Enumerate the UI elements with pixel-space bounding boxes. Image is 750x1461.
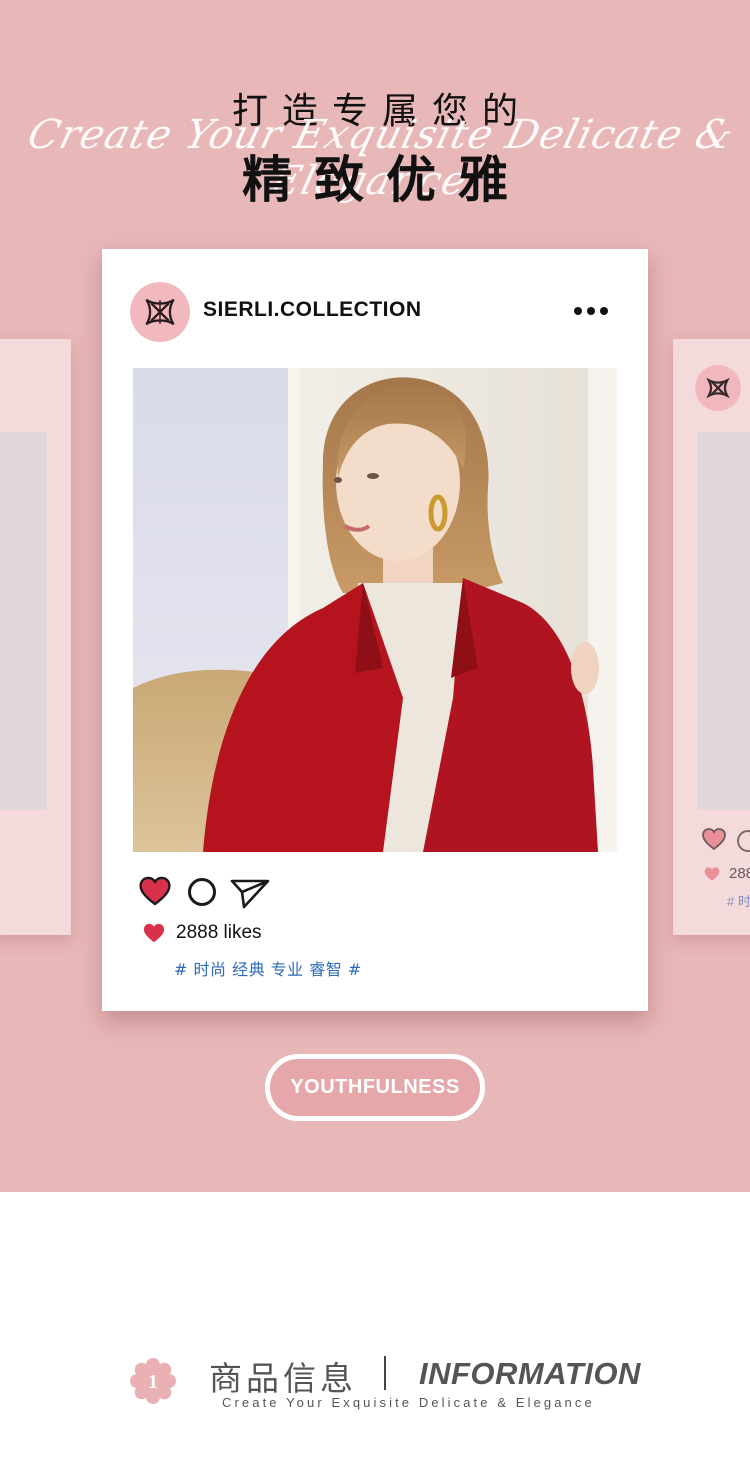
brand-logo-icon bbox=[145, 299, 175, 325]
comment-icon[interactable] bbox=[737, 830, 750, 852]
post-card: SIERLI.COLLECTION 2888 likes # 时尚 经典 专业 … bbox=[102, 249, 648, 1011]
brand-logo-icon bbox=[706, 377, 730, 399]
side-card-tags: # 时 bbox=[727, 894, 750, 909]
side-card-left[interactable] bbox=[0, 339, 71, 935]
side-card-right[interactable]: 288 # 时 bbox=[673, 339, 750, 935]
side-card-likes: 288 bbox=[729, 865, 750, 882]
likes-count[interactable]: 2888 likes bbox=[176, 922, 262, 944]
headline-line2: 精致优雅 bbox=[242, 151, 530, 209]
post-hashtags[interactable]: # 时尚 经典 专业 睿智 # bbox=[174, 956, 362, 980]
section-title-en: INFORMATION bbox=[419, 1356, 641, 1391]
section-number: 1 bbox=[148, 1371, 158, 1393]
heart-like-icon[interactable] bbox=[138, 875, 172, 907]
side-card-avatar bbox=[695, 365, 741, 411]
heart-outline-icon[interactable] bbox=[701, 827, 727, 851]
youthfulness-badge[interactable]: YOUTHFULNESS bbox=[265, 1054, 485, 1121]
section-divider bbox=[384, 1356, 386, 1390]
section-title-cn: 商品信息 bbox=[209, 1359, 357, 1398]
section-subtitle: Create Your Exquisite Delicate & Eleganc… bbox=[222, 1395, 595, 1410]
heart-filled-icon bbox=[704, 867, 720, 881]
avatar[interactable] bbox=[130, 282, 190, 342]
more-dots-icon[interactable] bbox=[574, 307, 608, 315]
post-photo bbox=[133, 368, 617, 852]
flower-number-icon: 1 bbox=[130, 1358, 176, 1404]
youthfulness-label: YOUTHFULNESS bbox=[290, 1076, 460, 1098]
side-card-photo bbox=[697, 432, 750, 810]
heart-filled-icon bbox=[143, 923, 165, 943]
post-username[interactable]: SIERLI.COLLECTION bbox=[203, 298, 422, 322]
side-card-photo bbox=[0, 432, 47, 810]
hero-banner: 打造专属您的 Create Your Exquisite Delicate & … bbox=[0, 0, 750, 1192]
send-icon[interactable] bbox=[230, 877, 270, 909]
comment-icon[interactable] bbox=[188, 878, 216, 906]
